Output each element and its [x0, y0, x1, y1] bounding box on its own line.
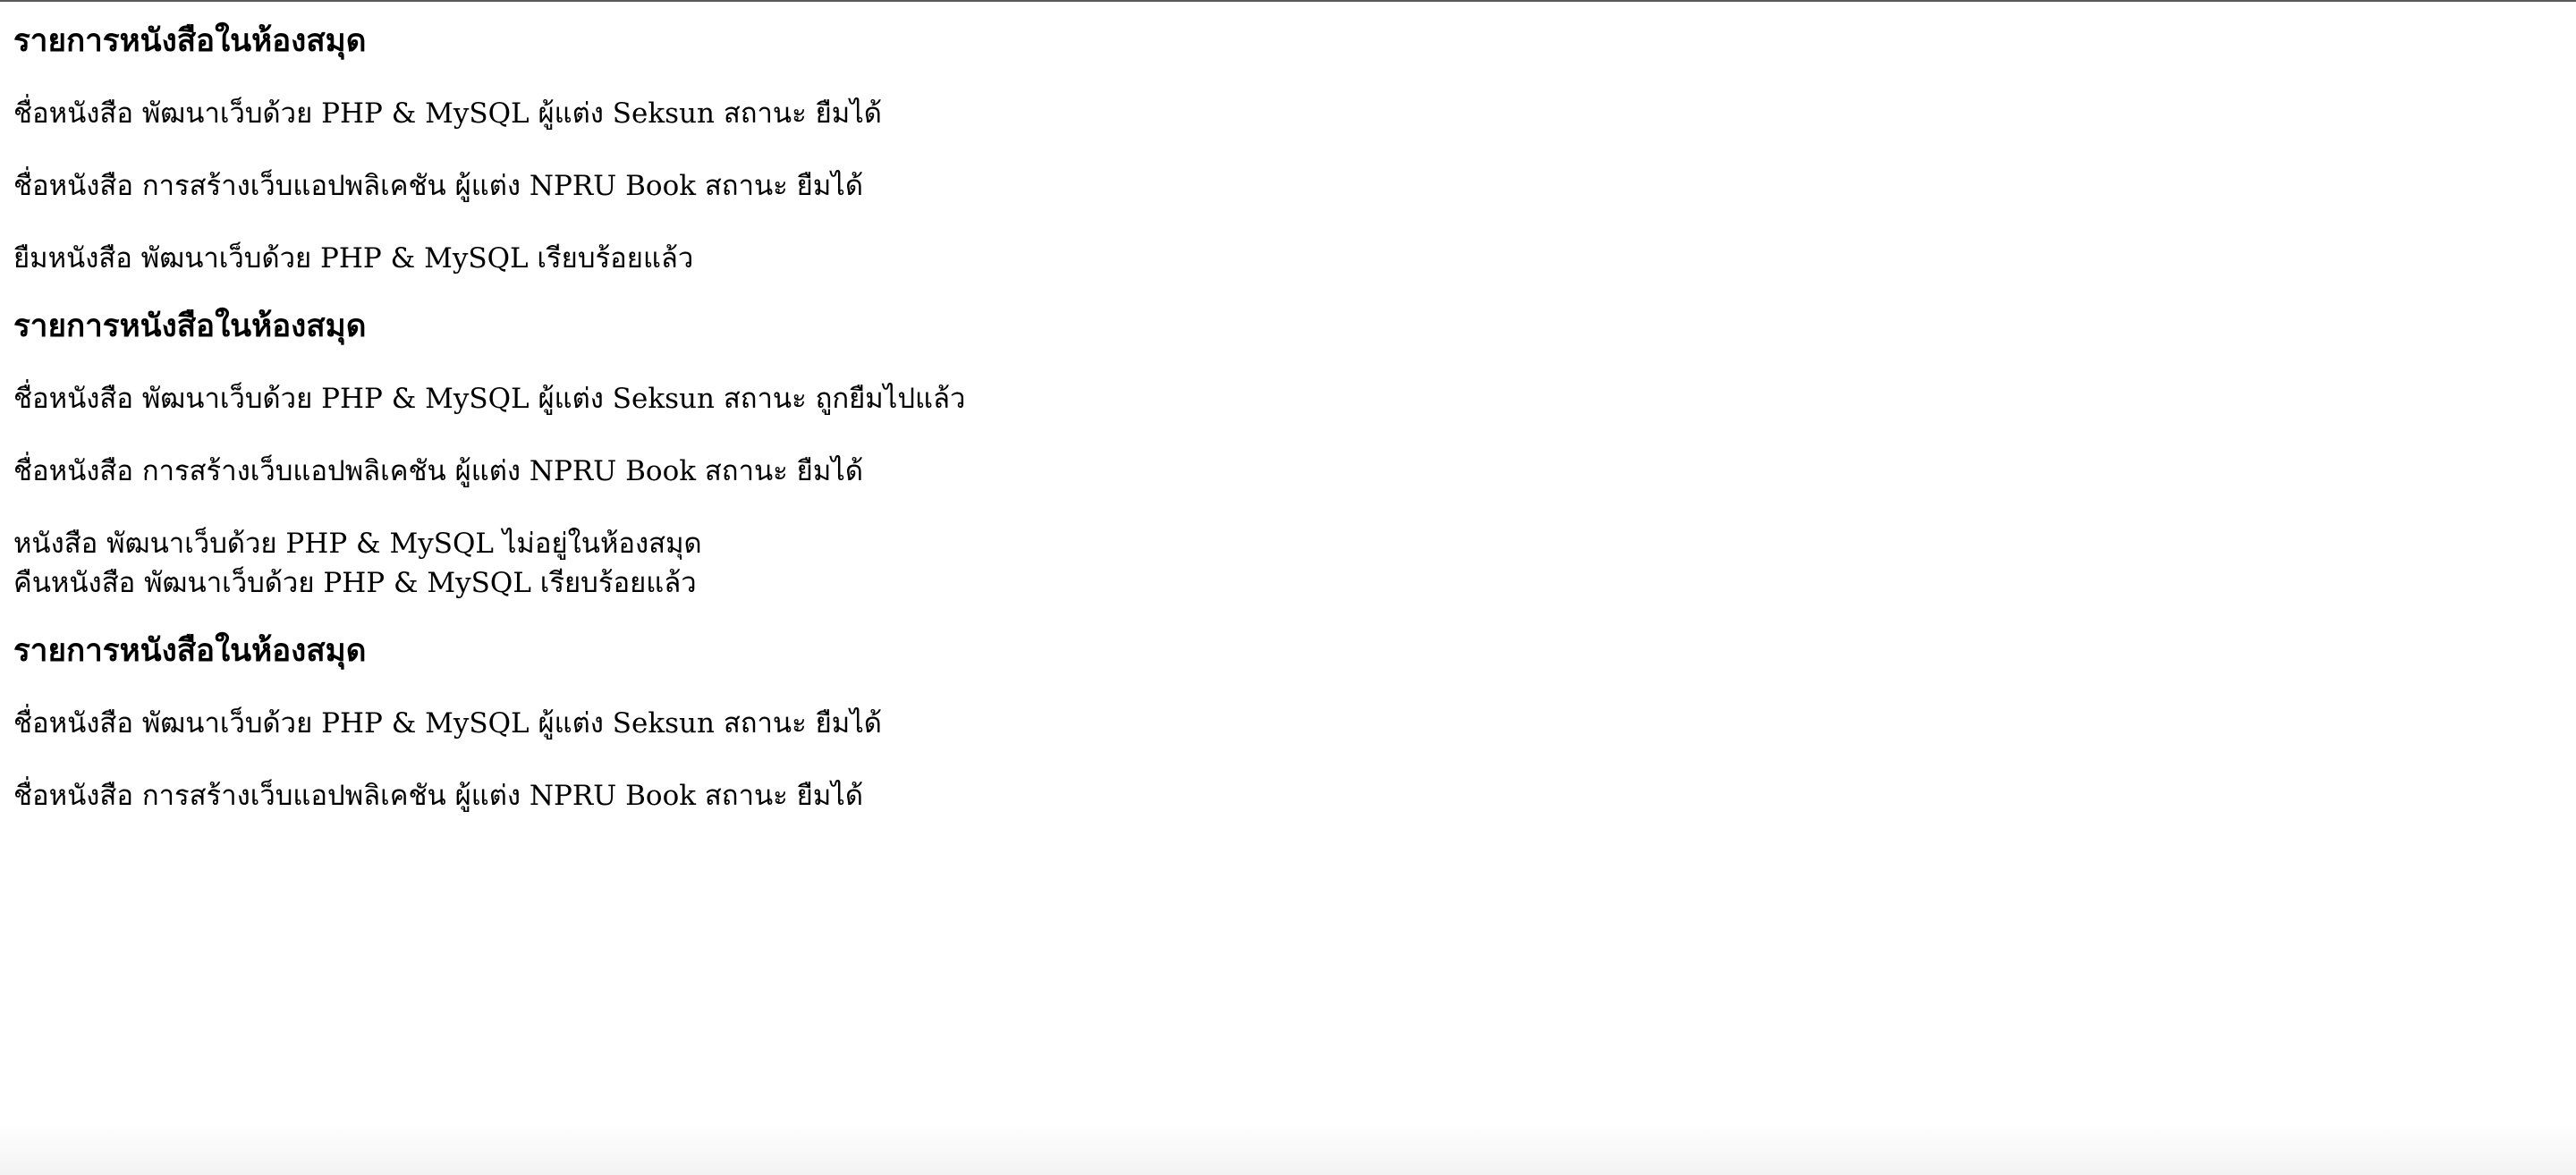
window-top-border: [0, 0, 2576, 2]
status-message: หนังสือ พัฒนาเว็บด้วย PHP & MySQL ไม่อยู…: [13, 528, 702, 560]
book-entry: ชื่อหนังสือ การสร้างเว็บแอปพลิเคชัน ผู้แ…: [13, 455, 863, 487]
page-content: รายการหนังสือในห้องสมุด ชื่อหนังสือ พัฒน…: [13, 20, 2554, 816]
book-entry: ชื่อหนังสือ พัฒนาเว็บด้วย PHP & MySQL ผู…: [13, 383, 966, 415]
book-entry: ชื่อหนังสือ พัฒนาเว็บด้วย PHP & MySQL ผู…: [13, 97, 882, 130]
window-bottom-shadow: [0, 1121, 2576, 1175]
status-message: ยืมหนังสือ พัฒนาเว็บด้วย PHP & MySQL เรี…: [13, 242, 694, 275]
book-entry: ชื่อหนังสือ การสร้างเว็บแอปพลิเคชัน ผู้แ…: [13, 780, 863, 812]
book-entry: ชื่อหนังสือ การสร้างเว็บแอปพลิเคชัน ผู้แ…: [13, 170, 863, 202]
section-heading: รายการหนังสือในห้องสมุด: [13, 308, 367, 344]
section-heading: รายการหนังสือในห้องสมุด: [13, 22, 367, 59]
book-entry: ชื่อหนังสือ พัฒนาเว็บด้วย PHP & MySQL ผู…: [13, 707, 882, 740]
section-heading: รายการหนังสือในห้องสมุด: [13, 632, 367, 669]
status-message: คืนหนังสือ พัฒนาเว็บด้วย PHP & MySQL เรี…: [13, 567, 697, 599]
